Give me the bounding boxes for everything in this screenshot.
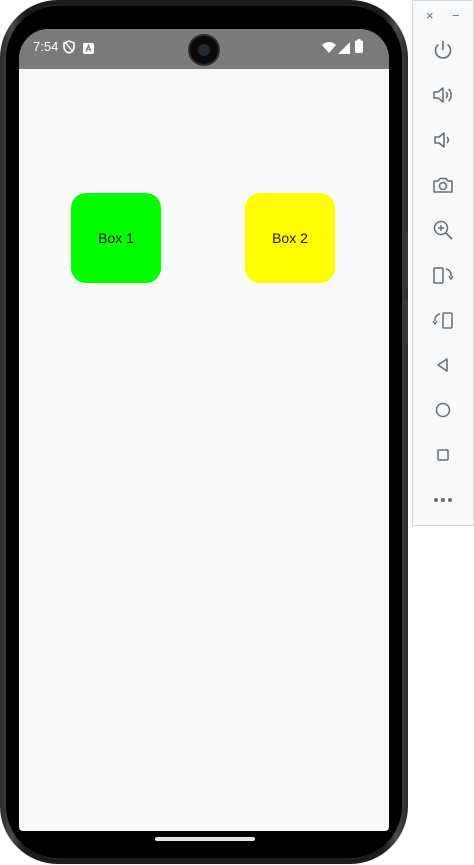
home-gesture-bar[interactable] (155, 837, 255, 841)
phone-frame: 7:54 Box 1 Box 2 (0, 0, 408, 864)
wifi-icon (322, 41, 336, 59)
signal-icon (338, 41, 350, 59)
power-button[interactable] (430, 37, 456, 63)
app-notification-icon (83, 41, 94, 59)
zoom-button[interactable] (430, 217, 456, 243)
more-dots-icon (434, 498, 452, 502)
screenshot-button[interactable] (430, 172, 456, 198)
emulator-toolbar: × − (412, 0, 474, 526)
power-icon (434, 41, 452, 59)
rotate-left-button[interactable] (430, 262, 456, 288)
emulator-window: 7:54 Box 1 Box 2 × − (0, 0, 474, 865)
status-bar: 7:54 (19, 29, 389, 69)
volume-up-button[interactable] (430, 82, 456, 108)
home-circle-icon (435, 402, 451, 418)
front-camera (190, 36, 218, 64)
box-1-label: Box 1 (98, 230, 134, 246)
shield-icon (63, 40, 75, 59)
volume-down-icon (434, 132, 450, 148)
volume-down-button[interactable] (430, 127, 456, 153)
side-button (404, 232, 408, 288)
box-1[interactable]: Box 1 (71, 193, 161, 283)
home-button[interactable] (430, 397, 456, 423)
zoom-in-icon (433, 220, 453, 240)
minimize-icon[interactable]: − (452, 9, 460, 22)
device-screen[interactable]: 7:54 Box 1 Box 2 (19, 29, 389, 831)
side-button (404, 300, 408, 344)
box-2[interactable]: Box 2 (245, 193, 335, 283)
back-triangle-icon (437, 358, 448, 372)
volume-up-icon (433, 87, 452, 103)
status-time: 7:54 (33, 39, 59, 54)
rotate-right-button[interactable] (430, 307, 456, 333)
camera-icon (433, 177, 453, 193)
overview-button[interactable] (430, 442, 456, 468)
back-button[interactable] (430, 352, 456, 378)
box-2-label: Box 2 (272, 230, 308, 246)
battery-icon (355, 39, 363, 58)
close-icon[interactable]: × (426, 9, 434, 22)
rotate-left-icon (433, 267, 454, 284)
rotate-right-icon (432, 312, 453, 329)
more-button[interactable] (430, 487, 456, 513)
overview-square-icon (437, 449, 449, 461)
